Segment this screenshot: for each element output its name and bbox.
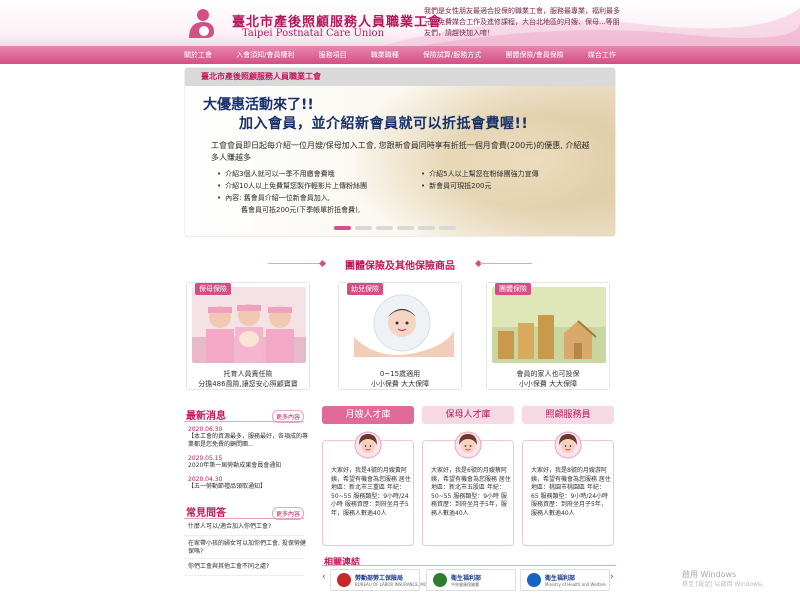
insurance-tag: 保母保險 [195, 283, 231, 295]
links-prev-icon[interactable]: ‹ [322, 572, 326, 582]
news-item[interactable]: 2020.06.30 【本工會的資源最多，服務最好，各項成的專業都是您免費的顧問… [188, 426, 308, 449]
link-sub: BUREAU OF LABOR INSURANCE, MOL [355, 582, 430, 587]
news-text[interactable]: 【本工會的資源最多，服務最好，各項成的專業都是您免費的顧問團... [188, 433, 308, 449]
links-rule [322, 565, 616, 566]
insurance-card-child[interactable]: 幼兒保險 0~15歲適用 小小保費 大大保障 [338, 282, 462, 390]
nav-item-insurance-calc[interactable]: 保險試算/服務方式 [419, 50, 485, 60]
link-name: 衛生福利部 [545, 575, 576, 582]
faq-title: 常見問答 [186, 508, 226, 519]
nav-item-about[interactable]: 關於工會 [180, 50, 216, 60]
banner-list-item: 內容: 舊會員介紹一位新會員加入, [217, 192, 417, 204]
link-nhi[interactable]: 衛生福利部 中央健康保險署 [426, 569, 516, 591]
insurance-card-group[interactable]: 團體保險 會員的家人也可投保 小小保費 大大保障 [486, 282, 610, 390]
insurance-card-line1: 會員的家人也可投保 [516, 370, 580, 378]
insurance-card-line2: 小小保費 大大保障 [518, 380, 578, 388]
news-date: 2020.05.15 [188, 455, 223, 462]
section-divider-right [480, 263, 532, 264]
talent-avatar-icon [354, 431, 382, 459]
insurance-tag: 幼兒保險 [347, 283, 383, 295]
group-insurance-photo [492, 287, 606, 363]
carousel-dot-3[interactable] [376, 226, 393, 230]
banner-top-label: 臺北市產後照顧服務人員職業工會 [201, 72, 321, 81]
link-sub: Ministry of Health and Welfare [545, 582, 606, 587]
carousel-dot-5[interactable] [418, 226, 435, 230]
talent-description: 大家好，我是6號的月嫂蔡阿姨，希望有機會為您服務 居住地區：新北市五股區 年紀：… [431, 467, 511, 517]
banner-list-item: 介紹5人以上幫您在粉絲團強力宣傳 [421, 168, 591, 180]
banner-list-left: 介紹3個人就可以一季不用繳會費哦 介紹10人以上免費幫您製作輕影片上傳粉絲團 內… [217, 168, 417, 216]
carousel-dot-6[interactable] [439, 226, 456, 230]
nav-item-occupations[interactable]: 職業職種 [367, 50, 403, 60]
news-text[interactable]: 【五一勞動節禮品領取通知】 [188, 483, 308, 491]
logo-icon[interactable] [186, 8, 216, 40]
insurance-card-line2: 分擔486風險,讓您安心照顧寶寶 [198, 380, 298, 388]
mohw-logo-icon [527, 573, 541, 587]
carousel-dot-1[interactable] [334, 226, 351, 230]
nanny-insurance-photo [192, 287, 306, 363]
talent-card[interactable]: 大家好，我是4號的月嫂黃阿姨，希望有機會為您服務 居住地區：新北市三重區 年紀：… [322, 431, 414, 546]
nhi-logo-icon [433, 573, 447, 587]
news-item[interactable]: 2020.05.15 2020年第一屆勞動成果會員會通知 [188, 455, 308, 470]
link-name: 勞動部勞工保險局 [355, 575, 404, 582]
main-nav: 關於工會 入會須知/會員權利 服務項目 職業職種 保險試算/服務方式 團體保險/… [0, 46, 800, 64]
child-insurance-photo [344, 287, 458, 363]
header-description: 我們是女性朋友最適合投保的職業工會，服務最專業，福利最多元，免費媒合工作及進修課… [424, 7, 620, 37]
site-title-en[interactable]: Taipei Postnatal Care Union [242, 28, 384, 39]
tab-nanny-talent[interactable]: 保母人才庫 [422, 406, 514, 424]
news-date: 2020.04.30 [188, 476, 223, 483]
insurance-card-line1: 托育人員責任險 [223, 370, 273, 378]
news-title-rule [184, 421, 304, 422]
banner-headline-1: 大優惠活動來了!! [203, 97, 314, 113]
faq-item[interactable]: 你們工會與其他工會不同之處? [188, 563, 308, 571]
faq-item[interactable]: 什麼人可以/適合加入你們工會? [188, 523, 308, 531]
link-name: 衛生福利部 [451, 575, 482, 582]
link-labor-insurance[interactable]: 勞動部勞工保險局 BUREAU OF LABOR INSURANCE, MOL [330, 569, 429, 591]
windows-activation-hint: 移至 [設定] 以啟用 Windows。 [682, 581, 768, 588]
tab-postnatal-talent[interactable]: 月嫂人才庫 [322, 406, 414, 424]
nav-item-services[interactable]: 服務項目 [315, 50, 351, 60]
banner-topbar: 臺北市產後照顧服務人員職業工會 [185, 68, 615, 86]
links-title: 相關連結 [324, 558, 361, 568]
faq-title-rule [184, 518, 304, 519]
banner-list-item: 介紹10人以上免費幫您製作輕影片上傳粉絲團 [217, 180, 417, 192]
carousel-dot-2[interactable] [355, 226, 372, 230]
talent-description: 大家好，我是4號的月嫂黃阿姨，希望有機會為您服務 居住地區：新北市三重區 年紀：… [331, 467, 411, 517]
nav-item-membership[interactable]: 入會須知/會員權利 [232, 50, 298, 60]
banner-list-item: 新會員可現抵200元 [421, 180, 591, 192]
insurance-card-line2: 小小保費 大大保障 [370, 380, 430, 388]
banner-list-item-continued: 舊會員可抵200元(下季帳單折抵會費), [241, 206, 361, 214]
insurance-card-nanny[interactable]: 保母保險 托育人員責任險 分擔486風險,讓您安心照顧寶寶 [186, 282, 310, 390]
news-item[interactable]: 2020.04.30 【五一勞動節禮品領取通知】 [188, 476, 308, 491]
talent-card[interactable]: 大家好，我是6號的月嫂蔡阿姨，希望有機會為您服務 居住地區：新北市五股區 年紀：… [422, 431, 514, 546]
tab-care-attendant[interactable]: 照顧服務員 [522, 406, 614, 424]
insurance-section-title: 團體保險及其他保險商品 [345, 261, 455, 272]
news-date: 2020.06.30 [188, 426, 223, 433]
link-sub: 中央健康保險署 [451, 582, 479, 587]
faq-rule [184, 575, 304, 576]
talent-description: 大家好，我是8號的月嫂游阿姨，希望有機會為您服務 居住地區：桃園市桃園區 年紀：… [531, 467, 611, 517]
carousel-dots [334, 226, 456, 230]
banner-list-right: 介紹5人以上幫您在粉絲團強力宣傳 新會員可現抵200元 [421, 168, 591, 192]
banner-paragraph: 工會會員即日起每介紹一位月嫂/保母加入工會, 您跟新會員同時享有折抵一個月會費(… [211, 141, 590, 162]
faq-rule [184, 558, 304, 559]
banner-headline-2: 加入會員，並介紹新會員就可以折抵會費喔!! [239, 116, 529, 132]
news-text[interactable]: 2020年第一屆勞動成果會員會通知 [188, 462, 308, 470]
talent-avatar-icon [554, 431, 582, 459]
nav-item-group-insurance[interactable]: 團體保險/會員保險 [501, 50, 567, 60]
talent-card[interactable]: 大家好，我是8號的月嫂游阿姨，希望有機會為您服務 居住地區：桃園市桃園區 年紀：… [522, 431, 614, 546]
links-next-icon[interactable]: › [610, 572, 614, 582]
talent-avatar-icon [454, 431, 482, 459]
insurance-card-line1: 0~15歲適用 [379, 370, 421, 378]
site-header: 臺北市產後照顧服務人員職業工會 Taipei Postnatal Care Un… [0, 0, 800, 46]
faq-rule [184, 535, 304, 536]
carousel-dot-4[interactable] [397, 226, 414, 230]
banner-list-item: 介紹3個人就可以一季不用繳會費哦 [217, 168, 417, 180]
nav-item-job-matching[interactable]: 媒合工作 [584, 50, 620, 60]
faq-item[interactable]: 在家帶小孩的婦女可以加你們工會, 投保勞健保嗎? [188, 540, 308, 556]
labor-insurance-logo-icon [337, 573, 351, 587]
promo-banner[interactable]: 臺北市產後照顧服務人員職業工會 大優惠活動來了!! 加入會員，並介紹新會員就可以… [184, 67, 616, 237]
news-title: 最新消息 [186, 411, 226, 422]
link-mohw[interactable]: 衛生福利部 Ministry of Health and Welfare [520, 569, 610, 591]
insurance-tag: 團體保險 [495, 283, 531, 295]
